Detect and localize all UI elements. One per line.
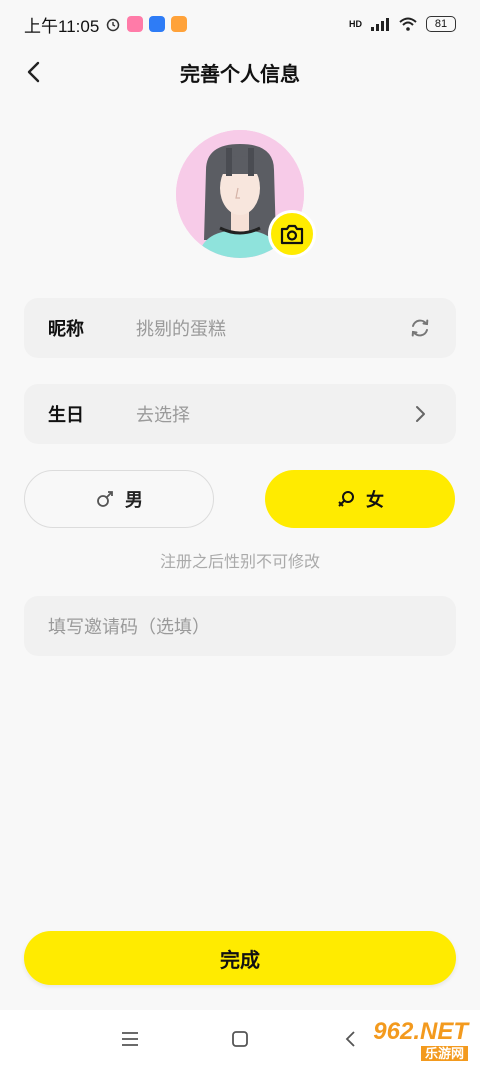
- submit-button[interactable]: 完成: [24, 931, 456, 985]
- refresh-icon: [411, 319, 429, 337]
- app-notification-icon-2: [149, 16, 166, 32]
- watermark-main: 962.NET: [373, 1017, 468, 1045]
- chevron-left-icon: [27, 61, 40, 83]
- home-square-icon: [232, 1030, 248, 1047]
- avatar-section: [176, 130, 316, 260]
- app-notification-icon-1: [127, 16, 144, 32]
- header: 完善个人信息: [0, 48, 480, 96]
- alarm-icon: [107, 18, 120, 32]
- menu-icon: [122, 1031, 138, 1046]
- gender-male-label: 男: [125, 490, 143, 510]
- network-type-label: HD: [349, 19, 362, 29]
- female-symbol-icon: [338, 491, 354, 507]
- invite-code-input[interactable]: 填写邀请码（选填）: [24, 596, 456, 656]
- gender-female-label: 女: [366, 490, 384, 510]
- male-symbol-icon: [97, 491, 113, 507]
- gender-female-button[interactable]: 女: [265, 470, 455, 528]
- nickname-input[interactable]: 挑剔的蛋糕: [136, 315, 408, 341]
- birthday-chevron: [408, 402, 432, 426]
- signal-icon: [371, 18, 389, 31]
- chevron-right-icon: [416, 406, 425, 422]
- submit-label: 完成: [220, 949, 260, 972]
- camera-icon: [280, 224, 304, 245]
- change-avatar-button[interactable]: [268, 210, 316, 258]
- status-left: 上午11:05: [24, 12, 188, 37]
- gender-male-button[interactable]: 男: [24, 470, 214, 528]
- back-button[interactable]: [18, 56, 50, 88]
- nickname-field[interactable]: 昵称 挑剔的蛋糕: [24, 298, 456, 358]
- nickname-label: 昵称: [48, 319, 84, 339]
- site-watermark-logo: 962.NET 乐游网: [340, 1018, 468, 1062]
- nav-home-button[interactable]: [225, 1024, 255, 1054]
- nav-menu-button[interactable]: [115, 1024, 145, 1054]
- status-right: HD 81: [349, 16, 456, 32]
- birthday-field[interactable]: 生日 去选择: [24, 384, 456, 444]
- page-title: 完善个人信息: [180, 63, 300, 86]
- birthday-label: 生日: [48, 405, 84, 425]
- watermark-sub: 乐游网: [420, 1045, 468, 1061]
- status-bar: 上午11:05 HD 81: [0, 0, 480, 48]
- app-notification-icon-3: [171, 16, 188, 32]
- invite-code-placeholder: 填写邀请码（选填）: [48, 617, 210, 637]
- gender-hint: 注册之后性别不可修改: [159, 554, 320, 571]
- battery-indicator: 81: [426, 16, 456, 32]
- wifi-icon: [399, 17, 417, 31]
- refresh-nickname-button[interactable]: [408, 316, 432, 340]
- status-time: 上午11:05: [24, 16, 100, 36]
- birthday-picker-placeholder[interactable]: 去选择: [136, 401, 408, 427]
